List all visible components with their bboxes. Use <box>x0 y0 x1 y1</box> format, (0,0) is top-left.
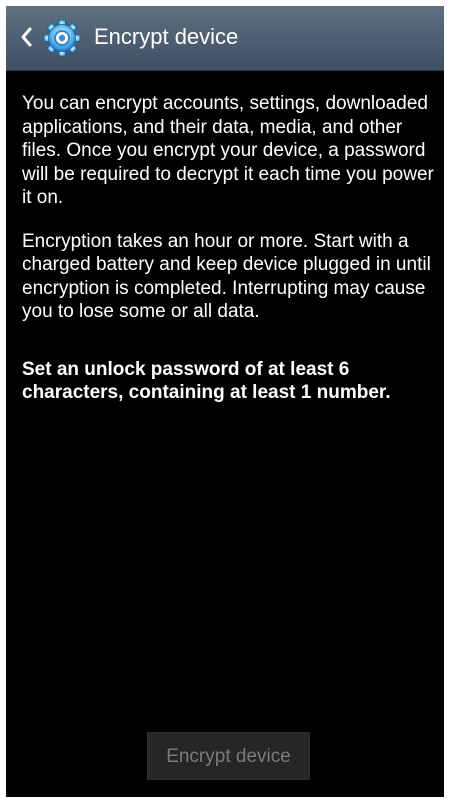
warning-paragraph: Encryption takes an hour or more. Start … <box>22 230 431 323</box>
description-paragraph: You can encrypt accounts, settings, down… <box>22 93 434 208</box>
encrypt-device-button[interactable]: Encrypt device <box>147 732 310 780</box>
up-navigation-button[interactable] <box>6 6 92 70</box>
encrypt-device-screen: Encrypt device You can encrypt accounts,… <box>6 6 444 797</box>
encryption-description: You can encrypt accounts, settings, down… <box>22 92 436 405</box>
settings-gear-icon <box>43 19 81 57</box>
page-title: Encrypt device <box>94 24 239 49</box>
chevron-left-icon <box>21 27 32 47</box>
password-requirement: Set an unlock password of at least 6 cha… <box>22 358 391 404</box>
action-bar: Encrypt device <box>6 6 444 71</box>
